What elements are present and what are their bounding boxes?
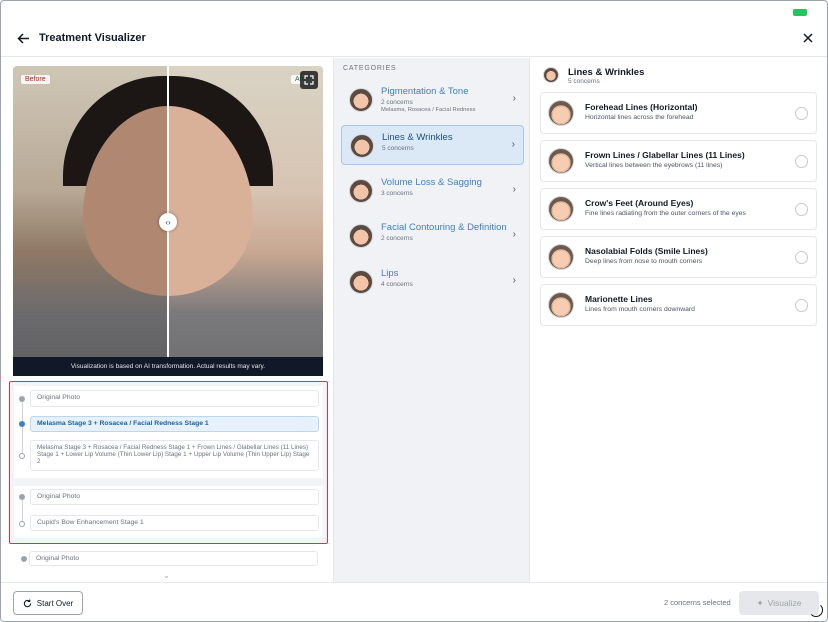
history-connector [21, 500, 23, 522]
concern-forehead-lines[interactable]: Forehead Lines (Horizontal) Horizontal l… [540, 92, 817, 134]
face-avatar-icon [543, 67, 559, 83]
face-avatar-icon [349, 88, 373, 112]
history-node [19, 453, 25, 459]
category-lips[interactable]: Lips 4 concerns › [341, 262, 524, 302]
history-item[interactable]: Melasma Stage 3 + Rosacea / Facial Redne… [30, 440, 319, 471]
concerns-title: Lines & Wrinkles [568, 67, 645, 78]
chevron-right-icon: › [512, 275, 516, 286]
history-connector [21, 402, 23, 459]
face-avatar-icon [548, 244, 574, 270]
concern-title: Frown Lines / Glabellar Lines (11 Lines) [585, 150, 745, 160]
history-item-active[interactable]: Melasma Stage 3 + Rosacea / Facial Redne… [30, 416, 319, 432]
face-avatar-icon [548, 148, 574, 174]
category-lines-wrinkles[interactable]: Lines & Wrinkles 5 concerns › [341, 125, 524, 165]
category-count: 2 concerns [381, 99, 413, 106]
history-node-active [19, 421, 25, 427]
start-over-button[interactable]: Start Over [13, 591, 83, 615]
concerns-panel: Lines & Wrinkles 5 concerns Forehead Lin… [531, 58, 827, 582]
history-item[interactable]: Cupid's Bow Enhancement Stage 1 [30, 515, 319, 531]
chevron-right-icon: › [512, 184, 516, 195]
back-button[interactable] [15, 30, 31, 46]
start-over-label: Start Over [36, 598, 74, 608]
history-node [19, 494, 25, 500]
face-avatar-icon [548, 100, 574, 126]
face-avatar-icon [349, 179, 373, 203]
photo-disclaimer: Visualization is based on AI transformat… [13, 357, 323, 376]
concern-radio[interactable] [795, 107, 808, 120]
category-count: 3 concerns [381, 190, 413, 197]
category-pigmentation[interactable]: Pigmentation & Tone 2 concerns Melasma, … [341, 80, 524, 120]
face-avatar-icon [548, 292, 574, 318]
concern-description: Deep lines from nose to mouth corners [585, 258, 703, 265]
category-selected-concerns: Melasma, Rosacea / Facial Redness [381, 107, 476, 113]
category-count: 4 concerns [381, 281, 413, 288]
concern-nasolabial-folds[interactable]: Nasolabial Folds (Smile Lines) Deep line… [540, 236, 817, 278]
concern-frown-lines[interactable]: Frown Lines / Glabellar Lines (11 Lines)… [540, 140, 817, 182]
chevron-right-icon: › [512, 229, 516, 240]
concern-marionette-lines[interactable]: Marionette Lines Lines from mouth corner… [540, 284, 817, 326]
selected-count: 2 concerns selected [664, 598, 731, 607]
refresh-icon [23, 598, 31, 607]
face-avatar-icon [349, 224, 373, 248]
history-node [19, 396, 25, 402]
history-group: Original Photo Cupid's Bow Enhancement S… [14, 486, 323, 538]
close-button[interactable] [801, 31, 815, 45]
category-count: 5 concerns [382, 145, 414, 152]
chevron-down-icon[interactable]: ⌄ [163, 571, 170, 580]
category-title: Pigmentation & Tone [381, 86, 469, 97]
concern-title: Crow's Feet (Around Eyes) [585, 198, 694, 208]
chevron-right-icon: › [512, 93, 516, 104]
face-avatar-icon [548, 196, 574, 222]
visualize-button[interactable]: ✦ Visualize [739, 591, 819, 615]
concern-description: Lines from mouth corners downward [585, 306, 695, 313]
category-facial-contouring[interactable]: Facial Contouring & Definition 2 concern… [341, 216, 524, 256]
concern-radio[interactable] [795, 203, 808, 216]
battery-icon [793, 9, 807, 16]
category-count: 2 concerns [381, 235, 413, 242]
category-volume-loss[interactable]: Volume Loss & Sagging 3 concerns › [341, 171, 524, 211]
expand-icon [304, 75, 314, 85]
concerns-count: 5 concerns [568, 78, 600, 85]
header: Treatment Visualizer [1, 21, 827, 57]
concern-radio[interactable] [795, 299, 808, 312]
history-item[interactable]: Original Photo [29, 551, 318, 566]
visualize-label: Visualize [767, 598, 802, 608]
history-item[interactable]: Original Photo [30, 390, 319, 407]
category-title: Lines & Wrinkles [382, 132, 453, 143]
sparkle-icon: ✦ [756, 597, 764, 608]
concern-description: Fine lines radiating from the outer corn… [585, 210, 746, 217]
history-node [19, 521, 25, 527]
concern-title: Forehead Lines (Horizontal) [585, 102, 698, 112]
concern-crows-feet[interactable]: Crow's Feet (Around Eyes) Fine lines rad… [540, 188, 817, 230]
page-title: Treatment Visualizer [39, 32, 146, 44]
history-panel: Original Photo Melasma Stage 3 + Rosacea… [9, 381, 328, 544]
concern-title: Nasolabial Folds (Smile Lines) [585, 246, 708, 256]
concern-title: Marionette Lines [585, 294, 653, 304]
history-group: Original Photo Melasma Stage 3 + Rosacea… [14, 386, 323, 478]
chevron-right-icon: › [511, 139, 515, 150]
face-avatar-icon [349, 270, 373, 294]
footer: Start Over 2 concerns selected ✦ Visuali… [1, 582, 827, 621]
face-avatar-icon [350, 134, 374, 158]
concern-radio[interactable] [795, 251, 808, 264]
categories-heading: CATEGORIES [343, 65, 397, 72]
loading-spinner-icon [809, 603, 823, 617]
concern-radio[interactable] [795, 155, 808, 168]
before-badge: Before [21, 75, 50, 84]
history-item[interactable]: Original Photo [30, 489, 319, 505]
category-title: Volume Loss & Sagging [381, 177, 482, 188]
history-node [21, 556, 27, 562]
comparison-slider-handle[interactable]: ‹› [159, 213, 177, 231]
arrow-left-icon [16, 32, 29, 44]
categories-panel: CATEGORIES Pigmentation & Tone 2 concern… [333, 58, 530, 582]
concern-description: Vertical lines between the eyebrows (11 … [585, 162, 723, 169]
concern-description: Horizontal lines across the forehead [585, 114, 694, 121]
category-title: Facial Contouring & Definition [381, 222, 507, 233]
app-window: Treatment Visualizer ‹› Before After [0, 0, 828, 622]
comparison-photo[interactable]: ‹› Before After [13, 66, 323, 376]
arrows-horizontal-icon: ‹› [165, 217, 171, 227]
fullscreen-button[interactable] [300, 71, 318, 89]
category-title: Lips [381, 268, 399, 279]
close-icon [803, 33, 813, 43]
